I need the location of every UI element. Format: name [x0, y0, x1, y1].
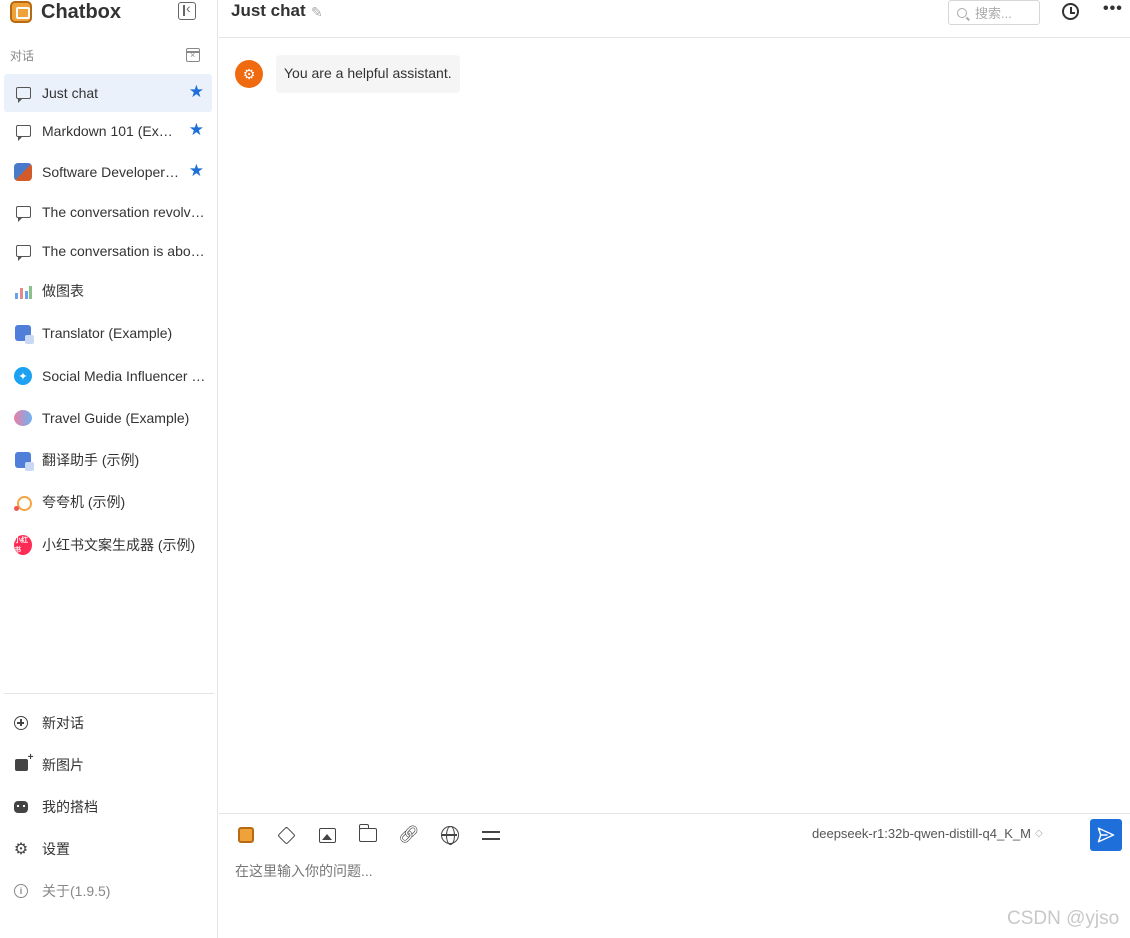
star-icon[interactable]: ★	[189, 83, 204, 101]
sidebar-divider	[4, 693, 214, 694]
search-button[interactable]: 搜索...	[948, 0, 1040, 25]
info-icon: i	[14, 884, 28, 898]
globe-icon	[441, 826, 459, 845]
message-input[interactable]	[235, 860, 1095, 882]
session-label: The conversation is abo…	[42, 243, 205, 259]
session-label: 翻译助手 (示例)	[42, 452, 140, 468]
sliders-icon	[482, 828, 500, 842]
session-item-praise-bot[interactable]: 夸夸机 (示例)	[4, 483, 212, 521]
chatbox-logo-icon	[238, 827, 254, 843]
link-icon: 🔗︎	[398, 825, 420, 844]
chart-avatar-icon	[14, 283, 32, 299]
more-options-icon[interactable]: •••	[1103, 0, 1123, 18]
chat-bubble-icon	[15, 87, 31, 103]
search-icon	[957, 7, 967, 18]
web-search-button[interactable]	[439, 824, 461, 846]
xiaohongshu-avatar-icon: 小红书	[14, 535, 32, 555]
chat-bubble-icon	[15, 245, 31, 261]
session-label: Software Developer…	[42, 164, 179, 180]
session-item-xiaohongshu[interactable]: 小红书 小红书文案生成器 (示例)	[4, 526, 212, 564]
watermark: CSDN @yjso	[1007, 908, 1120, 929]
session-label: 小红书文案生成器 (示例)	[42, 537, 196, 553]
copilot-button[interactable]	[235, 824, 257, 846]
gear-icon: ⚙	[13, 841, 29, 858]
my-copilots-label: 我的搭档	[42, 799, 98, 815]
translator-avatar-icon	[15, 325, 34, 344]
session-item-just-chat[interactable]: Just chat ★	[4, 74, 212, 112]
session-item-conversation-revolve[interactable]: The conversation revolve…	[4, 193, 212, 231]
main-panel: Just chat ✎ 搜索... ••• ⚙ You are a helpfu…	[219, 0, 1130, 938]
chat-settings-button[interactable]	[480, 824, 502, 846]
new-chat-label: 新对话	[42, 715, 84, 731]
system-message: ⚙ You are a helpful assistant.	[235, 55, 460, 93]
session-item-social-media[interactable]: ✦ Social Media Influencer (…	[4, 357, 212, 395]
message-bubble: You are a helpful assistant.	[276, 55, 460, 93]
developer-avatar-icon	[14, 163, 32, 181]
search-placeholder: 搜索...	[975, 6, 1012, 21]
new-image-label: 新图片	[42, 757, 84, 773]
session-label: 做图表	[42, 283, 84, 299]
edit-icon[interactable]: ✎	[311, 4, 323, 21]
brand: Chatbox	[10, 0, 121, 24]
settings-button[interactable]: ⚙ 设置	[12, 829, 212, 869]
system-gear-icon: ⚙	[235, 60, 263, 88]
sidebar: Chatbox 对话 Just chat ★ Markdown 101 (Ex……	[0, 0, 218, 938]
chatbox-logo-icon	[10, 1, 32, 23]
star-icon[interactable]: ★	[189, 121, 204, 139]
chat-header: Just chat ✎ 搜索... •••	[219, 0, 1130, 38]
chatbox-app: Chatbox 对话 Just chat ★ Markdown 101 (Ex……	[0, 0, 1130, 938]
send-icon	[1097, 827, 1115, 843]
session-label: Markdown 101 (Ex…	[42, 123, 173, 139]
add-circle-icon	[14, 716, 28, 730]
session-label: The conversation revolve…	[42, 204, 210, 220]
session-item-conversation-about[interactable]: The conversation is abo…	[4, 232, 212, 270]
attach-file-button[interactable]	[357, 824, 379, 846]
chat-title[interactable]: Just chat	[231, 1, 306, 21]
composer: 🔗︎ deepseek-r1:32b-qwen-distill-q4_K_M ◇	[219, 813, 1130, 938]
about-label: 关于(1.9.5)	[42, 883, 111, 899]
attach-link-button[interactable]: 🔗︎	[398, 824, 420, 846]
session-label: Translator (Example)	[42, 325, 173, 341]
chat-bubble-icon	[15, 206, 31, 222]
image-icon	[318, 827, 336, 843]
travel-avatar-icon	[14, 410, 32, 426]
about-button[interactable]: i 关于(1.9.5)	[12, 871, 212, 911]
chevron-updown-icon: ◇	[1034, 828, 1043, 839]
session-item-markdown-101[interactable]: Markdown 101 (Ex… ★	[4, 112, 212, 150]
eraser-icon	[276, 825, 296, 845]
translator-avatar-icon	[15, 452, 34, 471]
model-name: deepseek-r1:32b-qwen-distill-q4_K_M	[812, 826, 1031, 841]
session-item-software-developer[interactable]: Software Developer… ★	[4, 153, 212, 191]
session-item-travel-guide[interactable]: Travel Guide (Example)	[4, 399, 212, 437]
app-name: Chatbox	[41, 0, 121, 23]
praise-avatar-icon	[14, 493, 32, 511]
session-label: Just chat	[42, 85, 99, 101]
my-copilots-button[interactable]: 我的搭档	[12, 787, 212, 827]
history-icon[interactable]	[1062, 3, 1079, 20]
send-button[interactable]	[1090, 819, 1122, 851]
session-item-make-chart[interactable]: 做图表	[4, 272, 212, 310]
chat-bubble-icon	[15, 125, 31, 141]
new-chat-button[interactable]: 新对话	[12, 703, 212, 743]
model-selector[interactable]: deepseek-r1:32b-qwen-distill-q4_K_M ◇	[812, 826, 1043, 841]
twitter-avatar-icon: ✦	[14, 367, 32, 385]
clear-context-button[interactable]	[275, 824, 297, 846]
new-image-button[interactable]: 新图片	[12, 745, 212, 785]
session-label: Travel Guide (Example)	[42, 410, 190, 426]
star-icon[interactable]: ★	[189, 162, 204, 180]
archive-icon[interactable]	[185, 48, 200, 62]
settings-label: 设置	[42, 841, 70, 857]
section-label: 对话	[10, 49, 35, 63]
attach-image-button[interactable]	[316, 824, 338, 846]
collapse-sidebar-icon[interactable]	[178, 0, 196, 20]
session-item-translation-assistant[interactable]: 翻译助手 (示例)	[4, 441, 212, 479]
session-label: 夸夸机 (示例)	[42, 494, 126, 510]
folder-icon	[358, 824, 377, 842]
add-image-icon	[14, 752, 33, 771]
robot-icon	[14, 801, 28, 813]
composer-toolbar: 🔗︎	[235, 824, 521, 846]
session-item-translator[interactable]: Translator (Example)	[4, 314, 212, 352]
session-label: Social Media Influencer (…	[42, 368, 210, 384]
